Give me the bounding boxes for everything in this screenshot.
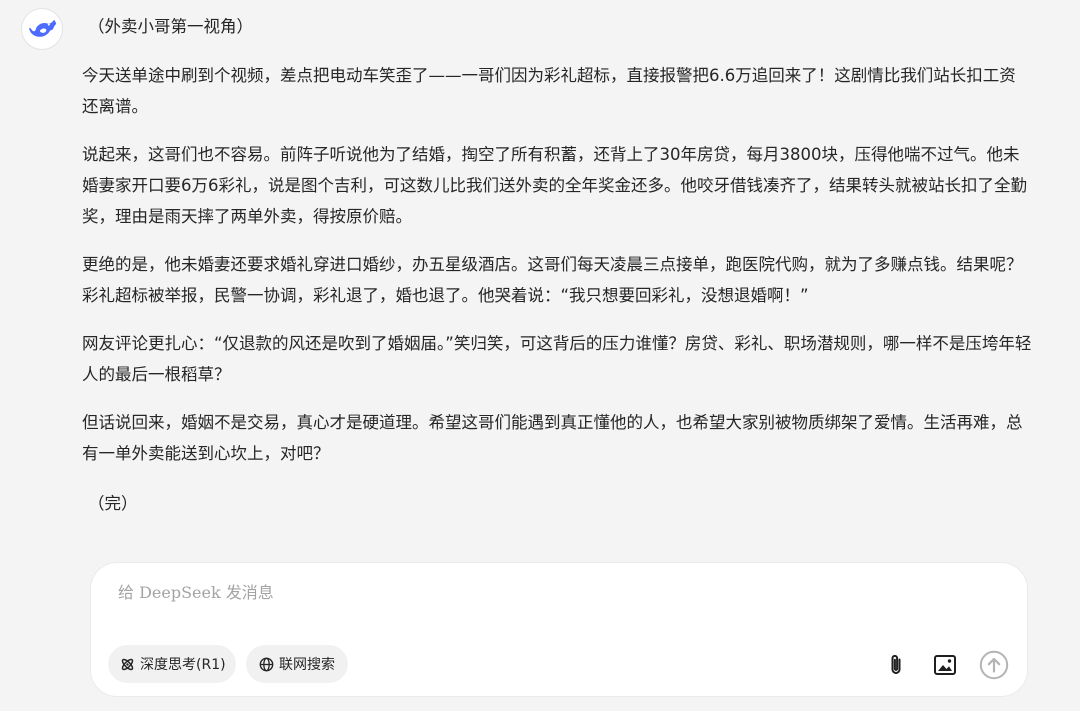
attach-file-button[interactable]	[882, 651, 910, 679]
arrow-up-icon	[979, 650, 1009, 680]
paperclip-icon	[891, 654, 901, 674]
globe-icon	[258, 656, 274, 672]
message-content: （外卖小哥第一视角） 今天送单途中刷到个视频，差点把电动车笑歪了——一哥们因为彩…	[82, 11, 1032, 519]
deep-think-label: 深度思考(R1)	[140, 657, 226, 673]
message-paragraph-2: 说起来，这哥们也不容易。前阵子听说他为了结婚，掏空了所有积蓄，还背上了30年房贷…	[82, 145, 1027, 226]
message-paragraph-3: 更绝的是，他未婚妻还要求婚礼穿进口婚纱，办五星级酒店。这哥们每天凌晨三点接单，跑…	[82, 255, 1023, 305]
message-input[interactable]	[118, 583, 818, 602]
deepseek-avatar	[21, 8, 63, 50]
image-icon	[934, 655, 956, 675]
send-button[interactable]	[979, 650, 1009, 680]
web-search-toggle[interactable]: 联网搜索	[246, 645, 348, 683]
upload-image-button[interactable]	[931, 651, 959, 679]
message-paragraph-5: 但话说回来，婚姻不是交易，真心才是硬道理。希望这哥们能遇到真正懂他的人，也希望大…	[82, 413, 1023, 463]
web-search-label: 联网搜索	[279, 657, 335, 673]
atom-icon	[119, 656, 135, 672]
message-paragraph-4: 网友评论更扎心：“仅退款的风还是吹到了婚姻届。”笑归笑，可这背后的压力谁懂？房贷…	[82, 334, 1032, 384]
message-outro: （完）	[88, 494, 138, 513]
message-composer: 深度思考(R1) 联网搜索	[91, 563, 1027, 696]
deepseek-whale-icon	[29, 20, 57, 37]
message-paragraph-1: 今天送单途中刷到个视频，差点把电动车笑歪了——一哥们因为彩礼超标，直接报警把6.…	[82, 66, 1016, 116]
deep-think-toggle[interactable]: 深度思考(R1)	[108, 645, 236, 683]
message-intro: （外卖小哥第一视角）	[88, 17, 253, 36]
